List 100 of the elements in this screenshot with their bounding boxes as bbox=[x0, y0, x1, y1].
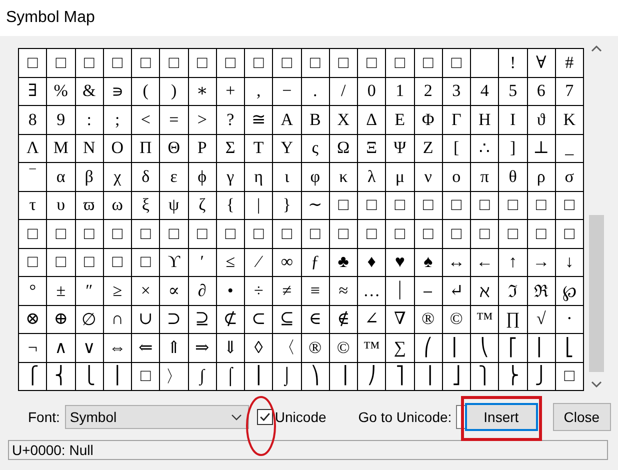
symbol-cell[interactable]: ι bbox=[273, 163, 300, 190]
symbol-cell[interactable]: √ bbox=[528, 306, 555, 333]
symbol-cell[interactable]: □ bbox=[414, 49, 442, 76]
symbol-cell[interactable]: □ bbox=[442, 49, 470, 76]
symbol-cell[interactable]: Γ bbox=[442, 106, 470, 134]
symbol-cell[interactable]: Ο bbox=[104, 134, 131, 162]
symbol-cell[interactable]: □ bbox=[104, 220, 131, 248]
symbol-cell[interactable]: ⇒ bbox=[188, 334, 216, 362]
symbol-cell[interactable]: □ bbox=[188, 49, 216, 76]
symbol-cell[interactable]: ⎪ bbox=[104, 362, 131, 390]
symbol-cell[interactable]: ∑ bbox=[386, 334, 414, 362]
symbol-cell[interactable]: ∇ bbox=[386, 306, 414, 333]
symbol-cell[interactable]: ∞ bbox=[273, 248, 300, 276]
symbol-cell[interactable]: ″ bbox=[76, 277, 103, 304]
symbol-cell[interactable]: … bbox=[358, 277, 386, 304]
symbol-cell[interactable]: □ bbox=[132, 248, 160, 276]
symbol-cell[interactable]: □ bbox=[76, 49, 103, 76]
symbol-cell[interactable]: □ bbox=[442, 192, 470, 219]
symbol-cell[interactable]: □ bbox=[47, 49, 74, 76]
symbol-cell[interactable]: ψ bbox=[160, 192, 188, 219]
close-button[interactable]: Close bbox=[552, 403, 611, 431]
symbol-cell[interactable]: □ bbox=[160, 220, 188, 248]
symbol-cell[interactable]: ⇐ bbox=[132, 334, 160, 362]
symbol-cell[interactable]: ≤ bbox=[216, 248, 244, 276]
symbol-cell[interactable]: □ bbox=[471, 192, 498, 219]
symbol-cell[interactable]: ⎫ bbox=[471, 362, 498, 390]
symbol-cell[interactable]: □ bbox=[358, 49, 386, 76]
symbol-cell[interactable]: □ bbox=[302, 220, 329, 248]
symbol-cell[interactable]: □ bbox=[442, 220, 470, 248]
symbol-cell[interactable]: ∫ bbox=[188, 362, 216, 390]
symbol-cell[interactable]: ≡ bbox=[302, 277, 329, 304]
symbol-cell[interactable]: α bbox=[47, 163, 74, 190]
symbol-cell[interactable]: ⊄ bbox=[216, 306, 244, 333]
symbol-cell[interactable]: δ bbox=[132, 163, 160, 190]
symbol-cell[interactable]: □ bbox=[273, 220, 300, 248]
symbol-cell[interactable]: 8 bbox=[19, 106, 46, 134]
symbol-cell[interactable]: ® bbox=[414, 306, 442, 333]
symbol-cell[interactable]: } bbox=[273, 192, 300, 219]
symbol-cell[interactable]: ⎧ bbox=[19, 362, 46, 390]
symbol-cell[interactable]: Κ bbox=[556, 106, 583, 134]
symbol-cell[interactable]: ⎦ bbox=[442, 362, 470, 390]
symbol-cell[interactable]: ? bbox=[216, 106, 244, 134]
symbol-cell[interactable]: 5 bbox=[499, 78, 526, 105]
symbol-cell[interactable]: | bbox=[245, 192, 272, 219]
symbol-cell[interactable]: □ bbox=[358, 192, 386, 219]
symbol-cell[interactable]: ⊥ bbox=[528, 134, 555, 162]
symbol-cell[interactable]: ℜ bbox=[528, 277, 555, 304]
symbol-cell[interactable]: ƒ bbox=[302, 248, 329, 276]
symbol-cell[interactable]: ( bbox=[132, 78, 160, 105]
symbol-cell[interactable]: 6 bbox=[528, 78, 555, 105]
symbol-cell[interactable]: 〉 bbox=[160, 362, 188, 390]
symbol-cell[interactable]: ⎮ bbox=[245, 362, 272, 390]
symbol-cell[interactable]: ≈ bbox=[330, 277, 357, 304]
symbol-cell[interactable]: { bbox=[216, 192, 244, 219]
symbol-cell[interactable]: ⎞ bbox=[302, 362, 329, 390]
symbol-cell[interactable]: 3 bbox=[442, 78, 470, 105]
symbol-cell[interactable]: 1 bbox=[386, 78, 414, 105]
symbol-cell[interactable]: □ bbox=[414, 192, 442, 219]
symbol-cell[interactable]: ∧ bbox=[47, 334, 74, 362]
symbol-cell[interactable]: © bbox=[442, 306, 470, 333]
symbol-cell[interactable]: τ bbox=[19, 192, 46, 219]
symbol-cell[interactable]: ∨ bbox=[76, 334, 103, 362]
symbol-cell[interactable]: Ζ bbox=[414, 134, 442, 162]
symbol-cell[interactable]: ⇔ bbox=[104, 334, 131, 362]
symbol-cell[interactable]: υ bbox=[47, 192, 74, 219]
symbol-cell[interactable]: ⌡ bbox=[273, 362, 300, 390]
symbol-cell[interactable]: # bbox=[556, 49, 583, 76]
symbol-cell[interactable]: ∏ bbox=[499, 306, 526, 333]
symbol-cell[interactable]: □ bbox=[556, 192, 583, 219]
symbol-cell[interactable]: [ bbox=[442, 134, 470, 162]
symbol-cell[interactable]: ™ bbox=[471, 306, 498, 333]
symbol-cell[interactable]: σ bbox=[556, 163, 583, 190]
symbol-cell[interactable]: 0 bbox=[358, 78, 386, 105]
symbol-cell[interactable]: □ bbox=[330, 192, 357, 219]
symbol-cell[interactable]: ‾ bbox=[19, 163, 46, 190]
symbol-cell[interactable]: Ρ bbox=[188, 134, 216, 162]
symbol-cell[interactable]: Α bbox=[273, 106, 300, 134]
symbol-cell[interactable]: ∃ bbox=[19, 78, 46, 105]
symbol-cell[interactable]: Λ bbox=[19, 134, 46, 162]
symbol-cell[interactable]: ε bbox=[160, 163, 188, 190]
symbol-cell[interactable]: ¬ bbox=[19, 334, 46, 362]
symbol-cell[interactable]: □ bbox=[273, 49, 300, 76]
symbol-cell[interactable]: ∼ bbox=[302, 192, 329, 219]
symbol-cell[interactable]: ⇓ bbox=[216, 334, 244, 362]
symbol-cell[interactable]: ℘ bbox=[556, 277, 583, 304]
symbol-cell[interactable]: ∍ bbox=[104, 78, 131, 105]
unicode-checkbox[interactable] bbox=[256, 409, 273, 425]
symbol-cell[interactable]: ⎨ bbox=[47, 362, 74, 390]
symbol-cell[interactable]: χ bbox=[104, 163, 131, 190]
symbol-cell[interactable]: ≠ bbox=[273, 277, 300, 304]
symbol-cell[interactable]: □ bbox=[471, 220, 498, 248]
symbol-cell[interactable]: ϖ bbox=[76, 192, 103, 219]
symbol-cell[interactable]: θ bbox=[499, 163, 526, 190]
symbol-cell[interactable]: □ bbox=[76, 220, 103, 248]
symbol-cell[interactable]: □ bbox=[132, 220, 160, 248]
symbol-cell[interactable]: □ bbox=[216, 49, 244, 76]
symbol-cell[interactable]: ⎜ bbox=[442, 334, 470, 362]
symbol-cell[interactable]: ∗ bbox=[188, 78, 216, 105]
symbol-cell[interactable]: □ bbox=[528, 220, 555, 248]
symbol-cell[interactable]: ω bbox=[104, 192, 131, 219]
